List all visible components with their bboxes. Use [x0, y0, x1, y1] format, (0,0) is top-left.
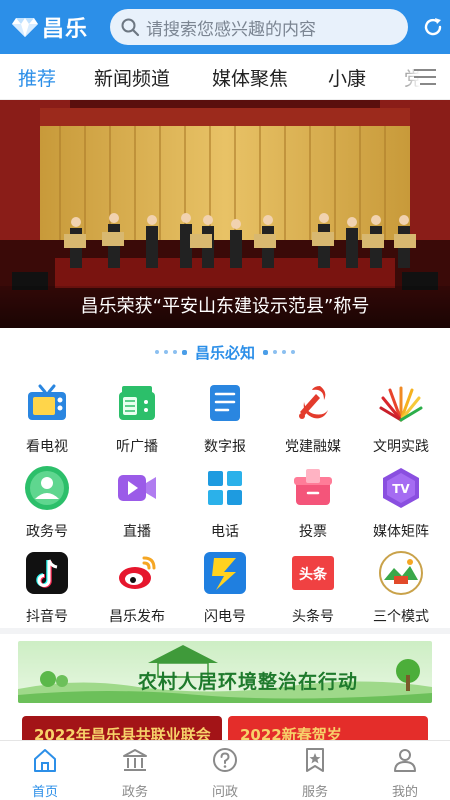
- search-placeholder: 请搜索您感兴趣的内容: [146, 19, 316, 40]
- radio-icon: [119, 386, 155, 420]
- banner-caption: 昌乐荣获“平安山东建设示范县”称号: [0, 286, 450, 328]
- grid-item-radio[interactable]: 听广播: [92, 374, 182, 455]
- bottom-navigation: 首页 政务 问政 服务 我的: [0, 740, 450, 800]
- grid-label: 闪电号: [204, 609, 246, 625]
- tv-icon: [28, 384, 66, 420]
- three-modes-icon: [379, 551, 423, 595]
- nav-services[interactable]: 服务: [270, 741, 360, 800]
- question-circle-icon: [213, 748, 237, 772]
- grid-label: 电话: [211, 524, 239, 540]
- grid-label: 投票: [299, 524, 327, 540]
- lightning-icon: [204, 552, 246, 594]
- government-building-icon: [123, 749, 147, 771]
- nav-label: 我的: [391, 785, 418, 800]
- section-title: 昌乐必知: [0, 338, 450, 366]
- nav-label: 服务: [301, 785, 328, 800]
- section-divider: [0, 628, 450, 634]
- grid-label: 媒体矩阵: [373, 524, 429, 540]
- phone-grid-icon: [208, 471, 242, 505]
- grid-item-media-matrix[interactable]: TV 媒体矩阵: [356, 459, 446, 540]
- grid-item-douyin[interactable]: 抖音号: [2, 544, 92, 625]
- grid-label: 听广播: [116, 439, 158, 455]
- nav-label: 首页: [31, 785, 58, 800]
- grid-label: 昌乐发布: [109, 609, 165, 625]
- grid-item-lightning[interactable]: 闪电号: [180, 544, 270, 625]
- grid-item-newspaper[interactable]: 数字报: [180, 374, 270, 455]
- refresh-button[interactable]: [418, 12, 448, 42]
- grid-item-tv[interactable]: 看电视: [2, 374, 92, 455]
- decorative-dots-right: [263, 349, 295, 355]
- civilization-icon: [379, 386, 423, 422]
- search-icon: [121, 18, 140, 37]
- nav-inquiry[interactable]: 问政: [180, 741, 270, 800]
- grid-label: 政务号: [26, 524, 68, 540]
- svg-text:TV: TV: [392, 482, 410, 496]
- app-header: 昌乐 请搜索您感兴趣的内容: [0, 0, 450, 54]
- grid-label: 看电视: [26, 439, 68, 455]
- user-icon: [394, 749, 416, 772]
- grid-label: 数字报: [204, 439, 246, 455]
- diamond-logo-icon: [12, 18, 38, 37]
- grid-item-civilization[interactable]: 文明实践: [356, 374, 446, 455]
- government-account-icon: [25, 466, 69, 510]
- grid-item-vote[interactable]: 投票: [268, 459, 358, 540]
- grid-label: 文明实践: [373, 439, 429, 455]
- tab-recommend[interactable]: 推荐: [18, 64, 56, 91]
- category-tabs: 推荐 新闻频道 媒体聚焦 小康 党: [0, 54, 450, 100]
- tab-menu-button[interactable]: [400, 54, 450, 99]
- nav-home[interactable]: 首页: [0, 741, 90, 800]
- grid-label: 三个模式: [373, 609, 429, 625]
- promo-text: 农村人居环境整治在行动: [138, 671, 359, 693]
- nav-government[interactable]: 政务: [90, 741, 180, 800]
- tab-xiaokang[interactable]: 小康: [328, 64, 366, 91]
- newspaper-icon: [210, 385, 240, 421]
- vote-box-icon: [294, 469, 332, 505]
- grid-item-party-media[interactable]: 党建融媒: [268, 374, 358, 455]
- nav-label: 问政: [211, 785, 238, 800]
- grid-item-live[interactable]: 直播: [92, 459, 182, 540]
- promo-banner[interactable]: 农村人居环境整治在行动: [18, 641, 432, 703]
- bookmark-star-icon: [306, 748, 324, 772]
- refresh-icon: [424, 18, 442, 36]
- menu-icon: [414, 69, 436, 85]
- live-video-icon: [118, 475, 156, 501]
- grid-item-gov-account[interactable]: 政务号: [2, 459, 92, 540]
- decorative-dots-left: [154, 349, 187, 355]
- grid-item-three-modes[interactable]: 三个模式: [356, 544, 446, 625]
- home-icon: [34, 749, 56, 772]
- nav-label: 政务: [121, 785, 148, 800]
- grid-label: 直播: [123, 524, 151, 540]
- grid-item-phone[interactable]: 电话: [180, 459, 270, 540]
- grid-label: 抖音号: [26, 609, 68, 625]
- app-logo: 昌乐: [12, 11, 102, 43]
- nav-profile[interactable]: 我的: [360, 741, 450, 800]
- grid-label: 头条号: [292, 609, 334, 625]
- toutiao-icon: 头条: [292, 556, 334, 590]
- grid-label: 党建融媒: [285, 439, 341, 455]
- tab-news-channel[interactable]: 新闻频道: [94, 64, 170, 91]
- grid-item-weibo[interactable]: 昌乐发布: [92, 544, 182, 625]
- douyin-icon: [26, 552, 68, 594]
- logo-text: 昌乐: [42, 17, 89, 42]
- svg-text:头条: 头条: [299, 566, 328, 583]
- grid-item-toutiao[interactable]: 头条 头条号: [268, 544, 358, 625]
- tab-media-focus[interactable]: 媒体聚焦: [212, 64, 288, 91]
- search-input[interactable]: 请搜索您感兴趣的内容: [110, 9, 408, 45]
- tv-matrix-icon: TV: [383, 468, 419, 508]
- party-emblem-icon: [299, 386, 328, 419]
- section-title-text: 昌乐必知: [194, 343, 255, 362]
- weibo-icon: [119, 556, 156, 589]
- news-banner[interactable]: 昌乐荣获“平安山东建设示范县”称号: [0, 100, 450, 328]
